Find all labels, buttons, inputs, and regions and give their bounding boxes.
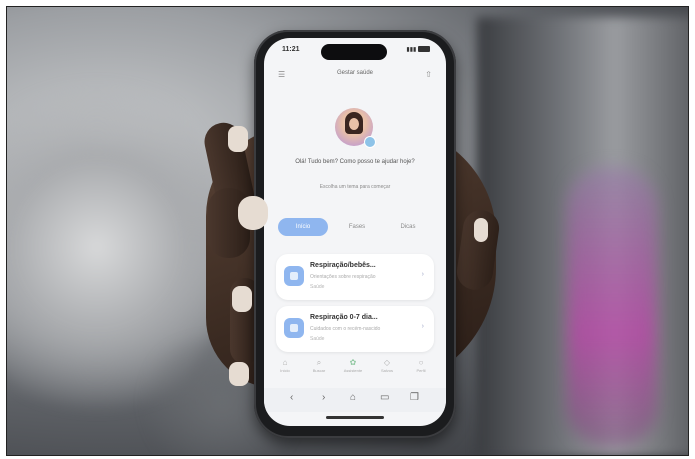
nav-item-buscar[interactable]: ⌕ Buscar: [304, 358, 334, 373]
share-icon[interactable]: ⇧: [425, 70, 432, 79]
greeting-text: Olá! Tudo bem? Como posso te ajudar hoje…: [295, 159, 415, 165]
fingernail: [474, 218, 488, 242]
phone-screen: 11:21 ▮▮▮ ☰ Gestar saúde ⇧ Olá! Tudo bem…: [264, 38, 446, 426]
card-subtitle: Orientações sobre respiração: [310, 274, 376, 280]
tab-bar: Início Fases Dicas: [278, 218, 436, 236]
topic-card[interactable]: Respiração/bebês... Orientações sobre re…: [276, 254, 434, 300]
nav-label: Buscar: [312, 368, 326, 373]
battery-icon: [418, 46, 430, 53]
status-icons: ▮▮▮: [406, 46, 430, 53]
chat-icon: ✿: [349, 358, 357, 367]
card-subtitle: Cuidados com o recém-nascido: [310, 326, 381, 332]
chevron-right-icon: ›: [421, 271, 424, 278]
online-badge: [364, 136, 376, 148]
tab-dicas[interactable]: Dicas: [386, 218, 430, 236]
topic-card[interactable]: Respiração 0-7 dia... Cuidados com o rec…: [276, 306, 434, 352]
bottom-nav: ⌂ Início ⌕ Buscar ✿ Assistente ◇ Salvos ○ Per…: [264, 358, 446, 382]
document-icon: [284, 318, 304, 338]
profile-icon: ○: [418, 358, 424, 367]
nav-item-perfil[interactable]: ○ Perfil: [406, 358, 436, 373]
home-icon[interactable]: ⌂: [350, 392, 356, 403]
signal-icon: ▮▮▮: [406, 47, 417, 53]
fingernail: [228, 126, 248, 152]
dynamic-island: [321, 44, 387, 60]
tab-inicio[interactable]: Início: [278, 218, 328, 236]
nav-label: Salvos: [380, 368, 393, 373]
nav-item-assistente[interactable]: ✿ Assistente: [338, 358, 368, 373]
card-title: Respiração/bebês...: [310, 262, 376, 269]
nav-label: Perfil: [416, 368, 426, 373]
fingernail: [238, 196, 268, 230]
card-title: Respiração 0-7 dia...: [310, 314, 378, 321]
fingernail: [229, 362, 249, 386]
status-time: 11:21: [282, 46, 300, 53]
home-indicator: [326, 416, 384, 419]
forward-icon[interactable]: ›: [322, 392, 325, 403]
avatar-face: [349, 118, 359, 130]
app-topbar: ☰ Gestar saúde ⇧: [264, 68, 446, 84]
back-icon[interactable]: ‹: [290, 392, 293, 403]
nav-label: Início: [280, 368, 290, 373]
background-pink-light: [567, 167, 657, 447]
search-icon: ⌕: [316, 358, 322, 367]
bookmark-icon: ◇: [383, 358, 391, 367]
document-icon: [284, 266, 304, 286]
card-meta: Saúde: [310, 284, 325, 290]
browser-toolbar: ‹ › ⌂ ▭ ❐: [264, 388, 446, 412]
tab-fases[interactable]: Fases: [336, 218, 378, 236]
app-title: Gestar saúde: [336, 70, 374, 76]
nav-label: Assistente: [343, 368, 363, 373]
nav-item-inicio[interactable]: ⌂ Início: [270, 358, 300, 373]
copy-icon[interactable]: ❐: [410, 392, 419, 403]
fingernail: [232, 286, 252, 312]
card-meta: Saúde: [310, 336, 325, 342]
greeting-subtext: Escolha um tema para começar: [319, 184, 391, 190]
chevron-right-icon: ›: [421, 323, 424, 330]
home-nav-icon: ⌂: [282, 358, 288, 367]
tabs-icon[interactable]: ▭: [380, 392, 389, 403]
nav-item-salvos[interactable]: ◇ Salvos: [372, 358, 402, 373]
